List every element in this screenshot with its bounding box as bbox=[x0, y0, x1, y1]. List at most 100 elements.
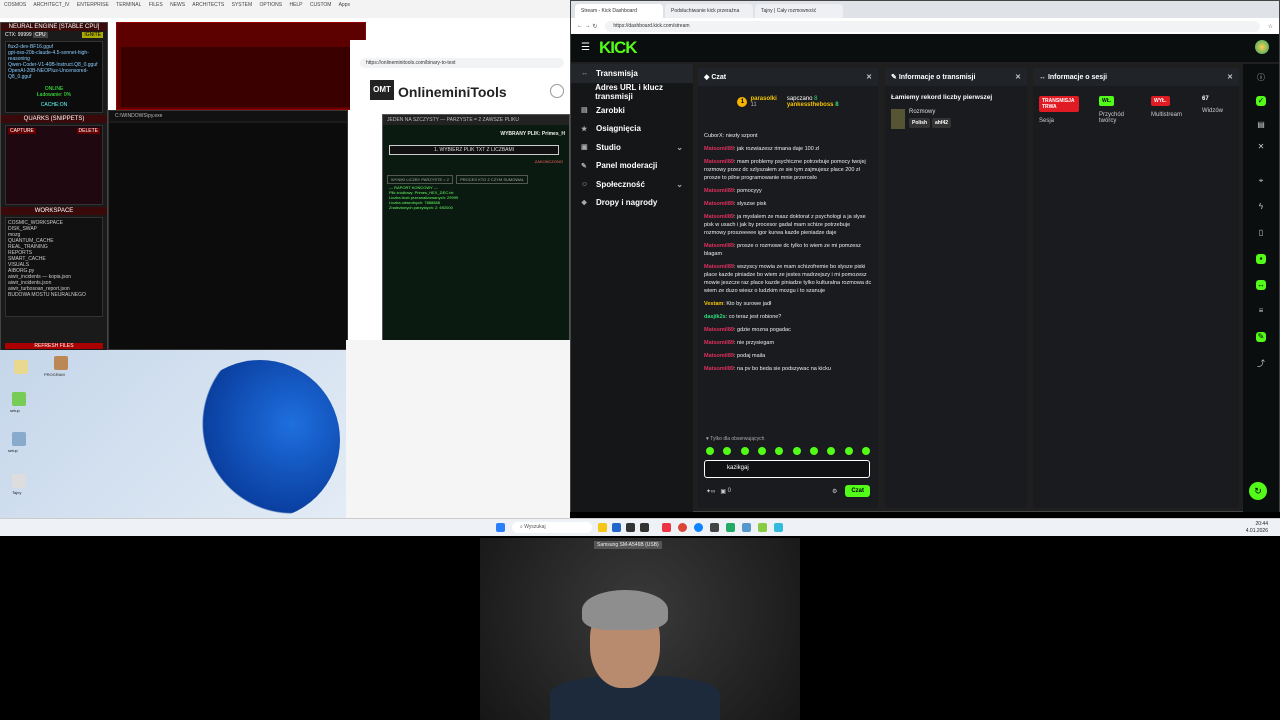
windows-start-icon[interactable] bbox=[496, 523, 505, 532]
close-icon[interactable]: ✕ bbox=[1256, 142, 1266, 152]
chat-username[interactable]: Matsomil89 bbox=[704, 366, 734, 372]
menu-item[interactable]: HELP bbox=[289, 2, 302, 8]
refresh-files-button[interactable]: REFRESH FILES bbox=[5, 343, 103, 349]
search-icon[interactable] bbox=[550, 84, 564, 98]
menu-item[interactable]: COSMOS bbox=[4, 2, 26, 8]
chat-username[interactable]: dasjik2s bbox=[704, 314, 726, 320]
income-on-badge[interactable]: WŁ. bbox=[1099, 96, 1115, 106]
app-icon[interactable] bbox=[774, 523, 783, 532]
stack-icon[interactable]: ≡ bbox=[1256, 306, 1266, 316]
menu-item[interactable]: NEWS bbox=[170, 2, 185, 8]
choose-file-button[interactable]: 1. WYBIERZ PLIK TXT Z LICZBAMI bbox=[389, 145, 559, 155]
chat-username[interactable]: Matsomil89 bbox=[704, 327, 734, 333]
menu-item[interactable]: Apps bbox=[339, 2, 350, 8]
emote-icon[interactable] bbox=[861, 447, 870, 455]
emote-icon[interactable] bbox=[844, 447, 853, 455]
ctx-field[interactable]: CTX: 99999 bbox=[5, 32, 32, 38]
sidebar-item-transmisja[interactable]: ↔ Transmisja bbox=[571, 64, 693, 83]
menu-item[interactable]: ENTERPRISE bbox=[77, 2, 109, 8]
star-icon[interactable]: ☆ bbox=[1268, 23, 1273, 30]
chat-username[interactable]: Matsomil89 bbox=[704, 243, 734, 249]
app-icon[interactable] bbox=[640, 523, 649, 532]
app-icon[interactable] bbox=[662, 523, 671, 532]
reload-icon[interactable]: ↻ bbox=[592, 23, 597, 30]
app-icon[interactable] bbox=[726, 523, 735, 532]
chat-username[interactable]: Matsomil89 bbox=[704, 201, 734, 207]
chat-username[interactable]: Vestam bbox=[704, 301, 723, 307]
doc-icon[interactable]: ▯ bbox=[1256, 228, 1266, 238]
model-item[interactable]: gpt-oss-20b-claude-4.5-sonnet-high-reaso… bbox=[8, 50, 100, 62]
chat-username[interactable]: Matsomil89 bbox=[704, 188, 734, 194]
menu-item[interactable]: ARCHITECTS bbox=[192, 2, 224, 8]
arrows-icon[interactable]: ↔ bbox=[1256, 280, 1266, 290]
emote-icon[interactable] bbox=[723, 447, 732, 455]
app-icon[interactable] bbox=[612, 523, 621, 532]
tab-results[interactable]: WYNIKI LICZBY PARZYSTE = 2 bbox=[387, 175, 453, 184]
emote-icon[interactable] bbox=[757, 447, 766, 455]
browser-tab[interactable]: Podsłuchiwanie kick przeraźna bbox=[665, 4, 753, 18]
gear-icon[interactable]: ⚙ bbox=[832, 488, 837, 495]
browser-tab[interactable]: Tajny | Cały rozmowność bbox=[755, 4, 843, 18]
emote-icon[interactable] bbox=[740, 447, 749, 455]
multistream-off-badge[interactable]: WYŁ. bbox=[1151, 96, 1170, 106]
chat-username[interactable]: Matsomil89 bbox=[704, 353, 734, 359]
menu-icon[interactable]: ☰ bbox=[581, 42, 590, 53]
explorer-icon[interactable] bbox=[598, 523, 607, 532]
menu-item[interactable]: CUSTOM bbox=[310, 2, 332, 8]
taskbar-search[interactable]: ⌕ Wyszukaj bbox=[512, 522, 592, 533]
chat-username[interactable]: Matsomil89 bbox=[704, 264, 734, 270]
support-button[interactable]: ↻ bbox=[1249, 482, 1267, 500]
forward-icon[interactable]: → bbox=[585, 23, 591, 29]
points-icon[interactable]: ✦∞ bbox=[706, 488, 715, 495]
model-item[interactable]: OpenAI-20B-NEOPlus-Uncensored-Q8_0.gguf bbox=[8, 68, 100, 80]
chat-username[interactable]: CuborX bbox=[704, 133, 723, 139]
tag[interactable]: Polish bbox=[909, 118, 931, 128]
kick-logo[interactable]: KICK bbox=[599, 38, 638, 58]
ignite-button[interactable]: IGNITE bbox=[82, 32, 103, 38]
crosshair-icon[interactable]: ⌖ bbox=[1256, 176, 1266, 186]
chat-username[interactable]: Matsomil89 bbox=[704, 159, 734, 165]
emote-icon[interactable] bbox=[809, 447, 818, 455]
layout-icon[interactable]: ▤ bbox=[1256, 120, 1266, 130]
check-icon[interactable]: ✓ bbox=[1256, 96, 1266, 106]
chat-username[interactable]: Matsomil89 bbox=[704, 146, 734, 152]
sidebar-item-dropy[interactable]: ❖ Dropy i nagrody bbox=[571, 194, 693, 213]
menu-item[interactable]: FILES bbox=[149, 2, 163, 8]
sidebar-item-spolecznosc[interactable]: ☺ Społeczność ⌄ bbox=[571, 175, 693, 194]
url-input[interactable]: https://dashboard.kick.com/stream bbox=[605, 20, 1260, 32]
emote-icon[interactable] bbox=[706, 447, 714, 455]
bolt-icon[interactable]: ϟ bbox=[1256, 202, 1266, 212]
info-icon[interactable]: ⓘ bbox=[1256, 72, 1266, 82]
chat-bubble-icon[interactable]: ▪ bbox=[1256, 254, 1266, 264]
app-icon[interactable] bbox=[758, 523, 767, 532]
terminal-icon[interactable] bbox=[626, 523, 635, 532]
edge-icon[interactable] bbox=[694, 523, 703, 532]
sidebar-item-stream-key[interactable]: Adres URL i klucz transmisji bbox=[571, 83, 693, 102]
app-icon[interactable] bbox=[710, 523, 719, 532]
avatar[interactable] bbox=[1255, 40, 1269, 54]
browser-tab[interactable]: Stream - Kick Dashboard bbox=[575, 4, 663, 18]
sidebar-item-osiagniecia[interactable]: ★ Osiągnięcia bbox=[571, 120, 693, 139]
omt-url[interactable]: https://onlineminitools.com/binary-to-te… bbox=[360, 58, 564, 68]
capture-button[interactable]: CAPTURE bbox=[8, 128, 36, 134]
menu-item[interactable]: TERMINAL bbox=[116, 2, 141, 8]
category[interactable]: Rozmowy bbox=[909, 109, 951, 115]
chat-username[interactable]: Matsomil89 bbox=[704, 340, 734, 346]
menu-item[interactable]: ARCHITECT_IV bbox=[33, 2, 69, 8]
close-icon[interactable]: ✕ bbox=[866, 73, 872, 81]
clock[interactable]: 20:44 4.01.2026 bbox=[1246, 521, 1268, 535]
chrome-icon[interactable] bbox=[678, 523, 687, 532]
back-icon[interactable]: ← bbox=[577, 23, 583, 29]
close-icon[interactable]: ✕ bbox=[1227, 73, 1233, 81]
leader-name[interactable]: yankesstheboss bbox=[787, 102, 834, 108]
share-icon[interactable]: ⤴ bbox=[1256, 358, 1266, 368]
setup-icon[interactable] bbox=[12, 432, 26, 446]
gift-icon[interactable]: ▣ bbox=[720, 488, 726, 495]
program-icon[interactable] bbox=[54, 356, 68, 370]
tree-item[interactable]: BUDOWA MOSTU NEURALNEGO bbox=[8, 292, 100, 298]
tag[interactable]: ahf42 bbox=[931, 118, 952, 128]
send-chat-button[interactable]: Czat bbox=[845, 485, 870, 497]
close-icon[interactable]: ✕ bbox=[1015, 73, 1021, 81]
cpu-toggle[interactable]: CPU bbox=[33, 32, 48, 38]
wrench-icon[interactable]: ✎ bbox=[1256, 332, 1266, 342]
